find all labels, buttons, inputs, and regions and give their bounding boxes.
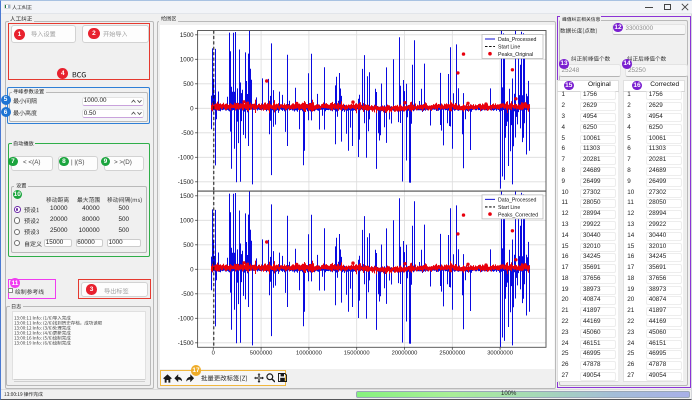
svg-text:-1500: -1500 <box>178 179 194 186</box>
svg-text:-1000: -1000 <box>178 154 194 161</box>
svg-text:0: 0 <box>212 351 215 357</box>
svg-text:1500: 1500 <box>180 32 194 39</box>
svg-text:25000000: 25000000 <box>439 351 465 357</box>
svg-text:30000000: 30000000 <box>487 351 513 357</box>
svg-text:Data_Processed: Data_Processed <box>498 37 536 43</box>
svg-text:-500: -500 <box>181 130 194 137</box>
svg-text:10000000: 10000000 <box>296 351 322 357</box>
svg-text:Data_Processed: Data_Processed <box>498 197 536 203</box>
svg-text:500: 500 <box>183 242 194 249</box>
svg-text:5000000: 5000000 <box>250 351 273 357</box>
svg-text:15000000: 15000000 <box>344 351 370 357</box>
svg-text:Start Line: Start Line <box>498 205 520 211</box>
svg-text:20000000: 20000000 <box>392 351 418 357</box>
svg-text:0: 0 <box>190 266 194 273</box>
svg-text:-1000: -1000 <box>178 315 194 322</box>
svg-text:500: 500 <box>183 81 194 88</box>
svg-text:Peaks_Corrected: Peaks_Corrected <box>498 212 538 218</box>
svg-text:-500: -500 <box>181 291 194 298</box>
svg-text:-1500: -1500 <box>178 340 194 347</box>
svg-text:Peaks_Original: Peaks_Original <box>498 52 533 58</box>
svg-text:0: 0 <box>190 105 194 112</box>
svg-text:1000: 1000 <box>180 56 194 63</box>
svg-text:Start Line: Start Line <box>498 45 520 51</box>
svg-text:1000: 1000 <box>180 217 194 224</box>
svg-text:1500: 1500 <box>180 193 194 200</box>
